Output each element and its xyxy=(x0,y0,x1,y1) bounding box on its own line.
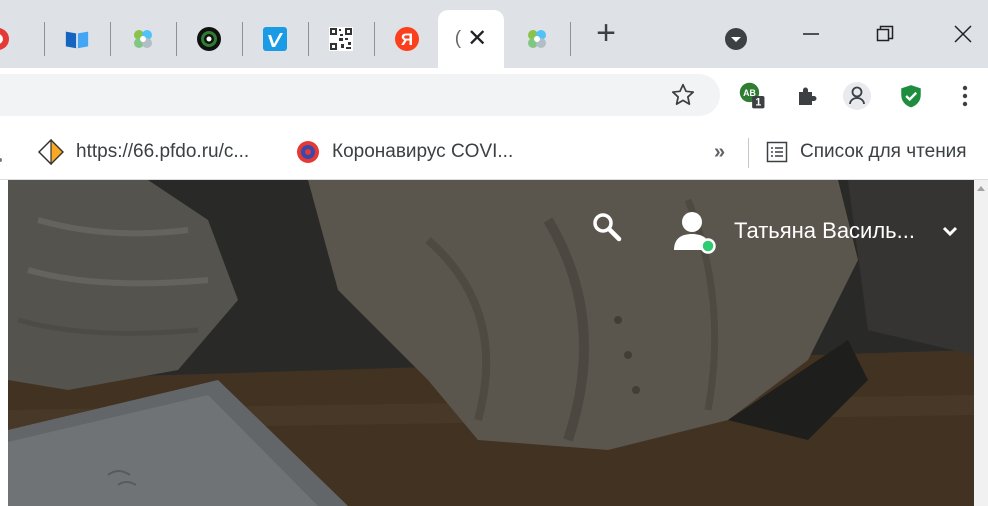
flower-icon xyxy=(524,26,550,52)
extension-badge: 1 xyxy=(755,97,761,109)
tab-yandex[interactable]: Я xyxy=(374,10,440,68)
restore-icon xyxy=(876,25,894,42)
hero-background-image: Татьяна Василь... xyxy=(8,180,974,506)
profile-button[interactable] xyxy=(842,81,872,111)
tab-qr[interactable] xyxy=(308,10,374,68)
user-icon xyxy=(674,212,716,254)
puzzle-icon xyxy=(799,87,817,105)
restore-button[interactable] xyxy=(862,14,908,54)
user-menu-toggle[interactable] xyxy=(942,224,958,238)
kebab-menu-icon xyxy=(962,85,968,107)
diamond-icon xyxy=(38,139,64,165)
page-scrollbar[interactable] xyxy=(974,180,988,506)
shield-icon xyxy=(901,85,921,108)
bookmarks-overflow-button[interactable]: » xyxy=(714,138,725,166)
tab-close-icon[interactable]: ✕ xyxy=(467,27,487,51)
close-window-button[interactable] xyxy=(940,14,986,54)
ab-extension-icon: AB 1 xyxy=(739,82,765,109)
virus-icon xyxy=(296,140,320,164)
online-status-icon xyxy=(700,238,716,254)
user-name[interactable]: Татьяна Василь... xyxy=(734,218,915,244)
minimize-button[interactable] xyxy=(788,14,834,54)
tab-book[interactable] xyxy=(44,10,110,68)
reading-list-icon xyxy=(766,141,788,163)
chevron-down-icon xyxy=(725,28,747,50)
tab-flower-1[interactable] xyxy=(110,10,176,68)
dot-icon xyxy=(0,158,2,162)
tab-vimeo[interactable] xyxy=(242,10,308,68)
chevron-down-icon xyxy=(942,226,958,237)
tab-search-button[interactable] xyxy=(723,26,749,52)
bookmarks-bar: https://66.pfdo.ru/c... Коронавирус COVI… xyxy=(0,124,988,180)
star-icon xyxy=(671,83,695,105)
tab-record[interactable] xyxy=(176,10,242,68)
bookmark-pfdo[interactable]: https://66.pfdo.ru/c... xyxy=(38,138,249,166)
tab-red-partial[interactable] xyxy=(0,10,18,68)
extensions-button[interactable] xyxy=(792,81,822,111)
tab-active[interactable]: ( ✕ xyxy=(438,10,504,68)
site-search-button[interactable] xyxy=(592,212,622,242)
bookmark-covid[interactable]: Коронавирус COVI... xyxy=(296,138,513,166)
profile-icon xyxy=(843,82,871,110)
bookmark-partial[interactable] xyxy=(0,146,8,174)
yandex-glyph: Я xyxy=(401,30,413,49)
tab-separator xyxy=(570,22,571,56)
extension-ab-button[interactable]: AB 1 xyxy=(738,81,768,111)
bookmark-label: Коронавирус COVI... xyxy=(332,141,514,162)
red-circle-icon xyxy=(0,26,11,52)
reading-list-button[interactable]: Список для чтения xyxy=(766,138,967,166)
minimize-icon xyxy=(803,33,819,35)
bookmarks-separator xyxy=(748,138,749,168)
close-icon xyxy=(954,25,972,43)
page-content: Татьяна Василь... xyxy=(0,180,988,506)
user-avatar[interactable] xyxy=(672,210,716,254)
new-tab-button[interactable]: + xyxy=(590,14,622,52)
browser-menu-button[interactable] xyxy=(950,81,980,111)
search-icon xyxy=(593,213,622,242)
scroll-up-arrow-icon[interactable] xyxy=(977,186,985,191)
bookmark-star-button[interactable] xyxy=(668,80,698,110)
tab-strip: Я ( ✕ + xyxy=(0,0,988,68)
book-icon xyxy=(64,26,90,52)
browser-toolbar: AB 1 xyxy=(0,68,988,124)
bookmark-label: https://66.pfdo.ru/c... xyxy=(76,141,250,162)
security-extension-button[interactable] xyxy=(896,81,926,111)
qr-code-icon xyxy=(328,26,354,52)
address-bar[interactable] xyxy=(0,74,720,116)
flower-icon xyxy=(130,26,156,52)
tab-flower-2[interactable] xyxy=(504,10,570,68)
reading-list-label: Список для чтения xyxy=(800,141,967,162)
tab-active-title: ( xyxy=(454,28,462,49)
vimeo-icon xyxy=(262,26,288,52)
yandex-icon: Я xyxy=(394,26,420,52)
record-icon xyxy=(196,26,222,52)
